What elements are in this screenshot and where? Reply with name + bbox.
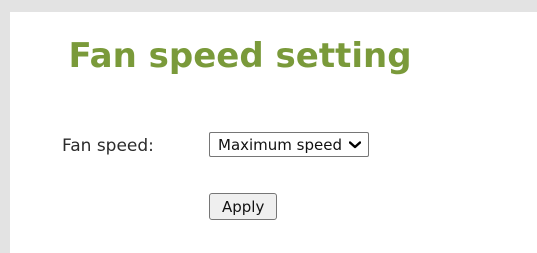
fan-speed-select[interactable]: Maximum speed (209, 132, 369, 157)
apply-button[interactable]: Apply (209, 193, 278, 220)
page-frame: Fan speed setting Fan speed: Maximum spe… (0, 0, 537, 253)
fan-speed-selected-value: Maximum speed (218, 135, 342, 154)
page-title: Fan speed setting (68, 36, 412, 76)
settings-panel: Fan speed setting Fan speed: Maximum spe… (10, 12, 537, 253)
chevron-down-icon (348, 138, 362, 152)
fan-speed-label: Fan speed: (62, 136, 154, 156)
